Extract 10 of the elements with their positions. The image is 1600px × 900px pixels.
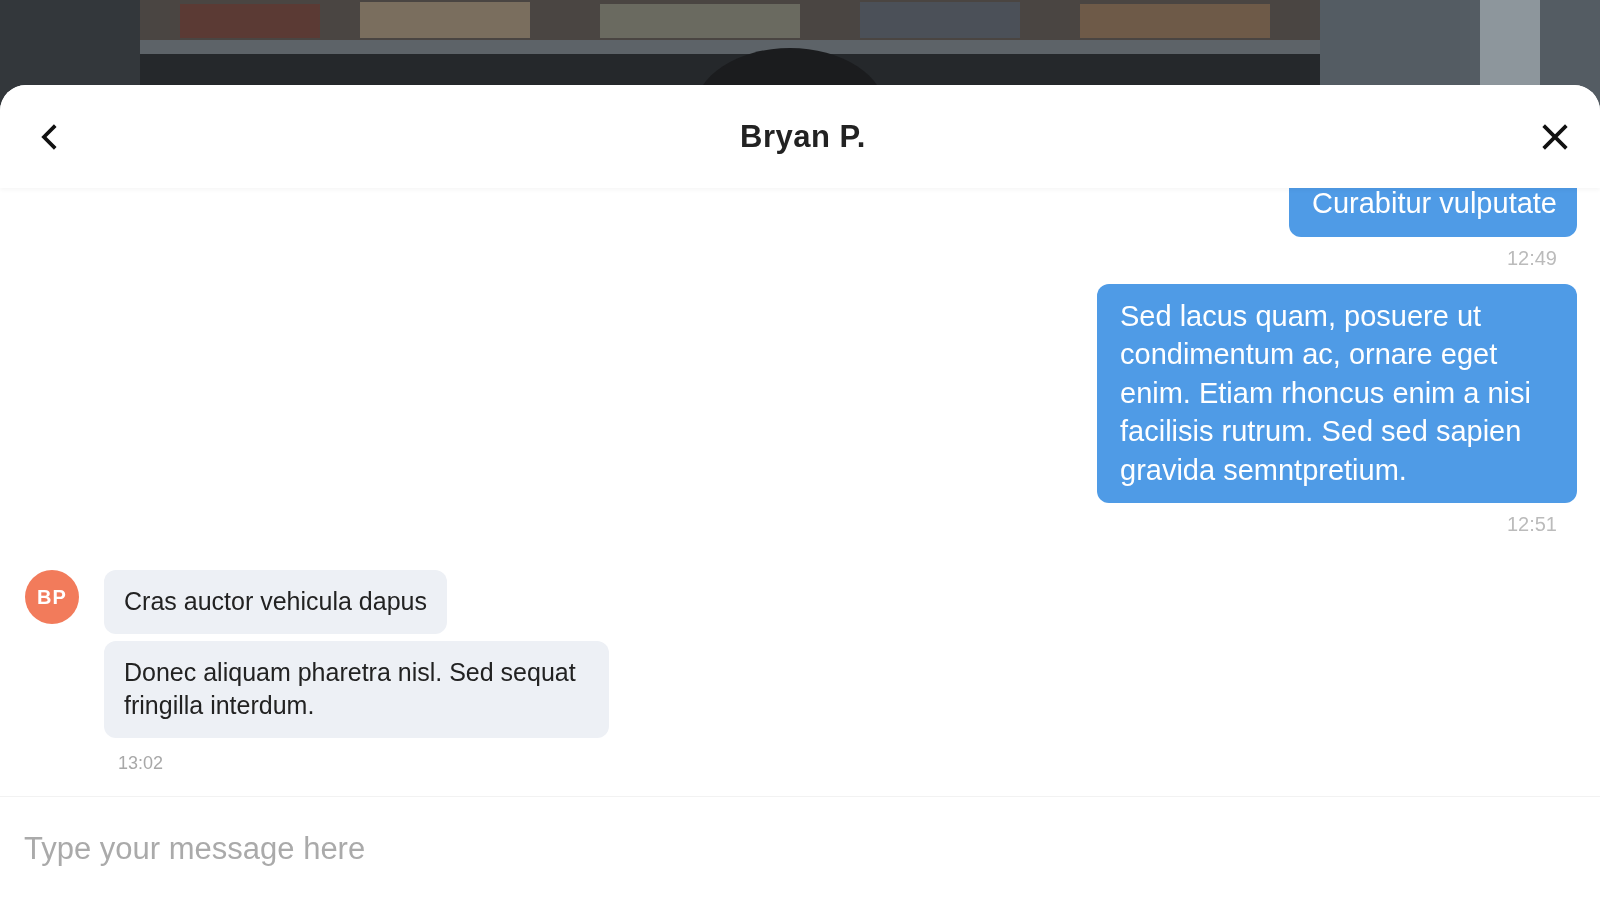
message-time: 12:51 (1506, 513, 1557, 536)
message-bubble: Cras auctor vehicula dapus (104, 570, 447, 634)
message-bubble: Sed lacus quam, posuere ut condimentum ac, ornare eget enim. Etiam rhoncus enim a nisi facilisis rutrum. Sed sed sapien gravida semntpretium. (1097, 283, 1577, 503)
message-time: 12:49 (1506, 246, 1557, 270)
message-time: 13:02 (118, 753, 164, 774)
message-input[interactable]: Type your message here (24, 830, 724, 867)
message-bubble: Donec aliquam pharetra nisl. Sed sequat fringilla interdum. (104, 641, 609, 738)
message-bubble: Curabitur vulputate (1288, 188, 1577, 237)
avatar: BP (25, 570, 79, 624)
chat-title: Bryan P. (740, 118, 866, 155)
